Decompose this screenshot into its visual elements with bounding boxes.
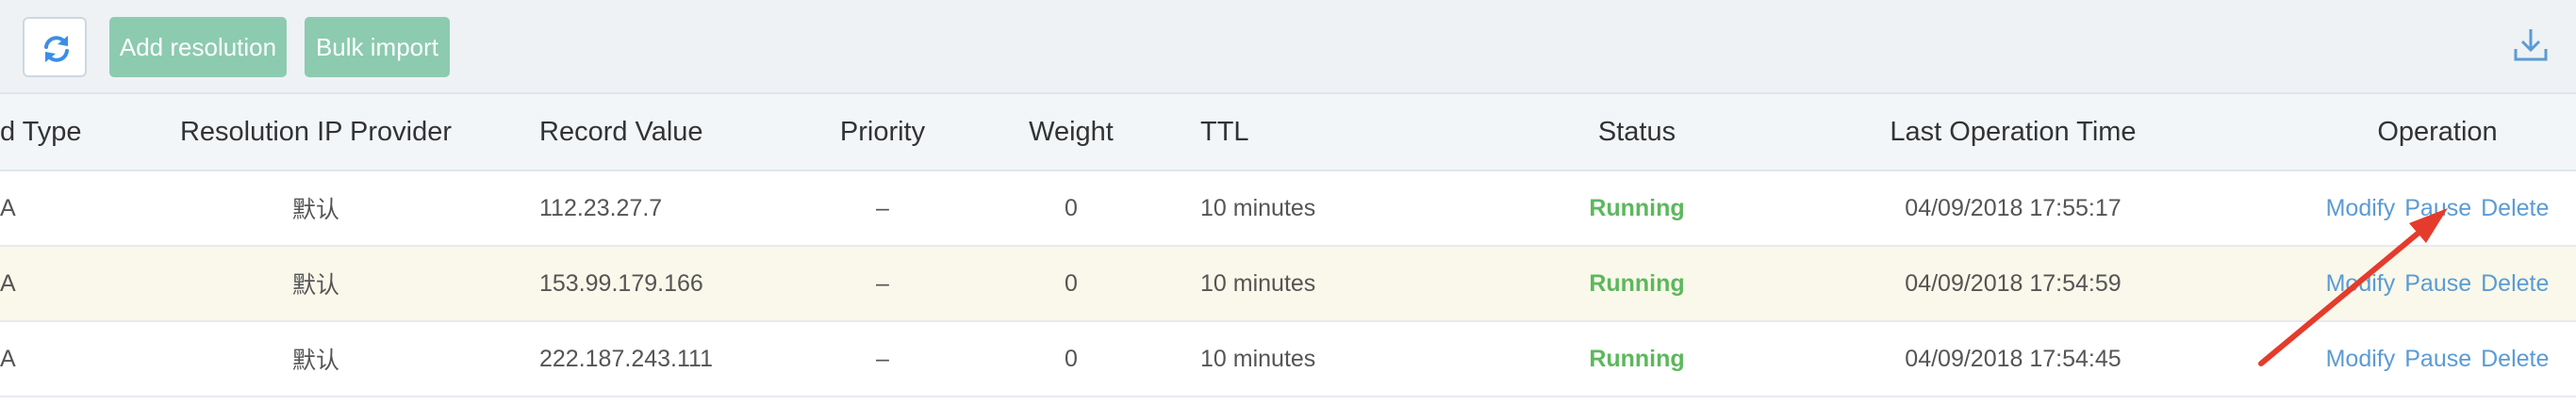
- cell-weight: 0: [1065, 345, 1078, 372]
- cell-record-value: 153.99.179.166: [539, 269, 703, 297]
- bulk-import-button[interactable]: Bulk import: [305, 17, 450, 77]
- header-operation: Operation: [2377, 116, 2498, 147]
- header-provider: Resolution IP Provider: [179, 116, 452, 147]
- header-ttl: TTL: [1200, 116, 1249, 147]
- cell-last-operation-time: 04/09/2018 17:54:45: [1905, 345, 2122, 372]
- status-badge: Running: [1589, 345, 1685, 372]
- cell-priority: –: [876, 269, 889, 297]
- cell-provider: 默认: [291, 272, 339, 299]
- cell-provider: 默认: [291, 197, 339, 223]
- delete-link[interactable]: Delete: [2481, 195, 2549, 222]
- cell-record-type: A: [0, 269, 16, 297]
- cell-operation: Modify Pause Delete: [2282, 322, 2576, 396]
- cell-weight: 0: [1065, 269, 1078, 297]
- cell-record-value: 112.23.27.7: [539, 194, 663, 221]
- delete-link[interactable]: Delete: [2481, 346, 2549, 373]
- cell-priority: –: [876, 194, 889, 221]
- cell-last-operation-time: 04/09/2018 17:54:59: [1905, 269, 2122, 297]
- add-resolution-button[interactable]: Add resolution: [109, 17, 287, 77]
- cell-ttl: 10 minutes: [1200, 345, 1316, 372]
- table-row: A 默认 222.187.243.111 – 0 10 minutes Runn…: [0, 322, 2576, 397]
- header-record-value: Record Value: [539, 116, 703, 147]
- pause-link[interactable]: Pause: [2404, 270, 2471, 298]
- table-row: A 默认 112.23.27.7 – 0 10 minutes Running …: [0, 171, 2576, 247]
- toolbar: Add resolution Bulk import: [0, 0, 2576, 94]
- refresh-button[interactable]: [23, 17, 87, 77]
- modify-link[interactable]: Modify: [2326, 346, 2396, 373]
- table-row: A 默认 153.99.179.166 – 0 10 minutes Runni…: [0, 247, 2576, 322]
- modify-link[interactable]: Modify: [2326, 270, 2396, 298]
- cell-weight: 0: [1065, 194, 1078, 221]
- cell-operation: Modify Pause Delete: [2282, 247, 2576, 320]
- header-record-type: d Type: [0, 116, 82, 147]
- pause-link[interactable]: Pause: [2404, 195, 2471, 222]
- cell-operation: Modify Pause Delete: [2282, 171, 2576, 245]
- header-last-operation-time: Last Operation Time: [1890, 116, 2137, 147]
- status-badge: Running: [1589, 269, 1685, 297]
- cell-record-type: A: [0, 345, 16, 372]
- delete-link[interactable]: Delete: [2481, 270, 2549, 298]
- cell-record-value: 222.187.243.111: [539, 345, 713, 372]
- cell-provider: 默认: [291, 348, 339, 374]
- cell-record-type: A: [0, 194, 16, 221]
- cell-ttl: 10 minutes: [1200, 269, 1316, 297]
- cell-priority: –: [876, 345, 889, 372]
- cell-ttl: 10 minutes: [1200, 194, 1316, 221]
- download-icon[interactable]: [2512, 26, 2550, 64]
- modify-link[interactable]: Modify: [2326, 195, 2396, 222]
- header-priority: Priority: [839, 116, 926, 147]
- header-status: Status: [1597, 116, 1676, 147]
- header-weight: Weight: [1029, 116, 1114, 147]
- status-badge: Running: [1589, 194, 1685, 221]
- table-header: d Type Resolution IP Provider Record Val…: [0, 94, 2576, 171]
- refresh-icon: [44, 36, 69, 62]
- pause-link[interactable]: Pause: [2404, 346, 2471, 373]
- cell-last-operation-time: 04/09/2018 17:55:17: [1905, 194, 2122, 221]
